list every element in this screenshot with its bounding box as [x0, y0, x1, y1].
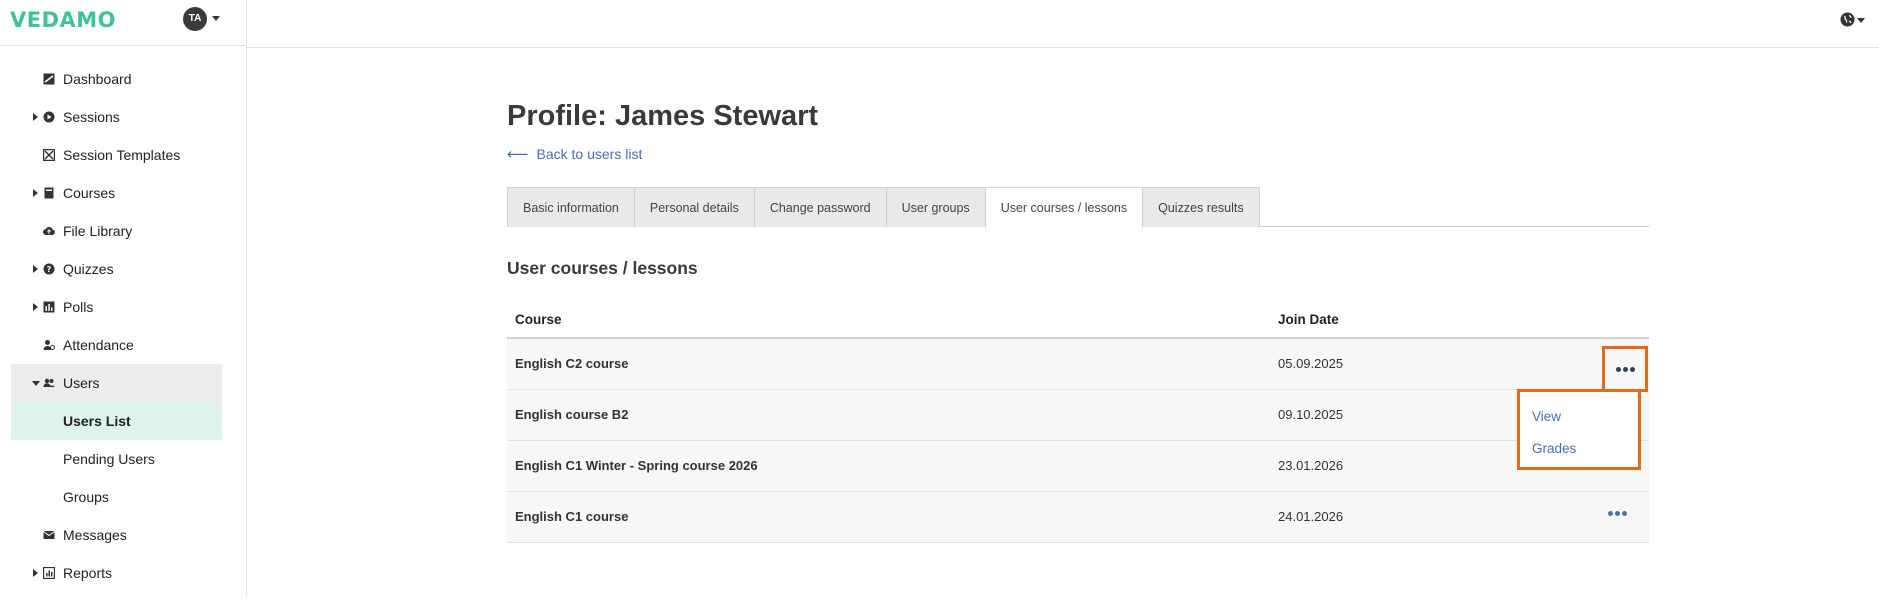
- sidebar-item-groups[interactable]: Groups: [11, 478, 222, 516]
- svg-text:?: ?: [47, 265, 52, 274]
- cloud-upload-icon: [43, 225, 55, 237]
- tab-user-groups[interactable]: User groups: [885, 187, 986, 227]
- main-content: Profile: James Stewart ⟵ Back to users l…: [507, 100, 1649, 543]
- join-date: 24.01.2026: [1270, 491, 1570, 543]
- sidebar-item-sessions[interactable]: Sessions: [11, 98, 222, 136]
- chevron-down-icon[interactable]: [1857, 18, 1865, 23]
- user-avatar[interactable]: TA: [183, 7, 207, 31]
- back-link-label: Back to users list: [536, 146, 643, 162]
- report-chart-icon: [43, 567, 55, 579]
- table-header-row: Course Join Date: [507, 301, 1649, 339]
- tab-quizzes-results[interactable]: Quizzes results: [1142, 187, 1260, 227]
- profile-tabs: Basic information Personal details Chang…: [507, 187, 1649, 228]
- row-actions-button[interactable]: [1602, 346, 1648, 392]
- page-title: Profile: James Stewart: [507, 100, 819, 132]
- sidebar-item-courses[interactable]: Courses: [11, 174, 222, 212]
- table-row: English course B2 09.10.2025: [507, 389, 1649, 441]
- more-actions-icon[interactable]: [1608, 510, 1627, 516]
- course-name: English C2 course: [507, 338, 1270, 390]
- row-actions-dropdown: View Grades: [1517, 389, 1641, 470]
- sidebar-item-pending-users[interactable]: Pending Users: [11, 440, 222, 478]
- user-check-icon: [43, 339, 55, 351]
- sidebar-item-session-templates[interactable]: Session Templates: [11, 136, 222, 174]
- more-actions-icon: [1615, 366, 1635, 372]
- arrow-left-icon: ⟵: [507, 146, 529, 163]
- join-date: 05.09.2025: [1270, 338, 1570, 390]
- sidebar-item-reports[interactable]: Reports: [11, 554, 222, 592]
- section-title: User courses / lessons: [507, 258, 698, 278]
- vedamo-logo[interactable]: VEDAMO: [10, 8, 116, 32]
- chevron-right-icon: [33, 189, 38, 197]
- question-circle-icon: ?: [43, 263, 55, 275]
- sidebar-item-label: Dashboard: [63, 71, 132, 87]
- course-name: English course B2: [507, 389, 1270, 441]
- actions-cell: [1570, 491, 1649, 543]
- sidebar-item-label: Users: [63, 375, 100, 391]
- chevron-right-icon: [33, 265, 38, 273]
- globe-icon[interactable]: [1840, 12, 1855, 27]
- sidebar-item-label: Polls: [63, 299, 94, 315]
- sidebar-nav: Dashboard Sessions Session Templates Cou…: [0, 60, 247, 592]
- chevron-right-icon: [33, 113, 38, 121]
- dashboard-icon: [43, 73, 55, 85]
- chevron-right-icon: [33, 303, 38, 311]
- sidebar-item-messages[interactable]: Messages: [11, 516, 222, 554]
- table-row: English C1 course 24.01.2026: [507, 491, 1649, 543]
- sidebar-item-dashboard[interactable]: Dashboard: [11, 60, 222, 98]
- course-name: English C1 Winter - Spring course 2026: [507, 440, 1270, 492]
- sidebar: VEDAMO TA Dashboard Sessions Session Tem…: [0, 0, 247, 596]
- book-icon: [43, 187, 55, 199]
- sidebar-item-label: Courses: [63, 185, 116, 201]
- chevron-down-icon[interactable]: [212, 16, 220, 21]
- sidebar-item-quizzes[interactable]: ? Quizzes: [11, 250, 222, 288]
- template-icon: [43, 149, 55, 161]
- column-header-actions: [1570, 301, 1649, 339]
- column-header-course[interactable]: Course: [507, 301, 1270, 339]
- courses-table: Course Join Date English C2 course 05.09…: [507, 301, 1649, 543]
- sidebar-item-label: File Library: [63, 223, 133, 239]
- sidebar-item-label: Attendance: [63, 337, 134, 353]
- sidebar-item-label: Messages: [63, 527, 127, 543]
- tab-change-password[interactable]: Change password: [753, 187, 887, 227]
- chevron-down-icon: [32, 381, 40, 386]
- sidebar-item-label: Reports: [63, 565, 113, 581]
- menu-item-grades[interactable]: Grades: [1520, 432, 1638, 464]
- course-name: English C1 course: [507, 491, 1270, 543]
- logo-bar: VEDAMO TA: [0, 0, 246, 46]
- envelope-icon: [43, 529, 55, 541]
- sidebar-item-label: Session Templates: [63, 147, 181, 163]
- play-circle-icon: [43, 111, 55, 123]
- sidebar-item-attendance[interactable]: Attendance: [11, 326, 222, 364]
- top-bar: [247, 0, 1879, 48]
- tab-user-courses-lessons[interactable]: User courses / lessons: [984, 187, 1144, 228]
- sidebar-item-users[interactable]: Users: [11, 364, 222, 402]
- sidebar-item-label: Quizzes: [63, 261, 114, 277]
- users-icon: [43, 377, 55, 389]
- sidebar-item-label: Sessions: [63, 109, 120, 125]
- sidebar-item-file-library[interactable]: File Library: [11, 212, 222, 250]
- sidebar-item-label: Groups: [63, 489, 109, 505]
- chevron-right-icon: [33, 569, 38, 577]
- menu-item-view[interactable]: View: [1520, 400, 1638, 432]
- tab-personal-details[interactable]: Personal details: [633, 187, 755, 227]
- sidebar-item-label: Pending Users: [63, 451, 155, 467]
- sidebar-item-users-list[interactable]: Users List: [11, 402, 222, 440]
- poll-chart-icon: [43, 301, 55, 313]
- table-row: English C2 course 05.09.2025: [507, 338, 1649, 390]
- column-header-join-date[interactable]: Join Date: [1270, 301, 1570, 339]
- tab-basic-information[interactable]: Basic information: [507, 187, 635, 227]
- sidebar-item-label: Users List: [63, 413, 131, 429]
- table-row: English C1 Winter - Spring course 2026 2…: [507, 440, 1649, 492]
- sidebar-item-polls[interactable]: Polls: [11, 288, 222, 326]
- back-to-users-link[interactable]: ⟵ Back to users list: [507, 145, 1649, 163]
